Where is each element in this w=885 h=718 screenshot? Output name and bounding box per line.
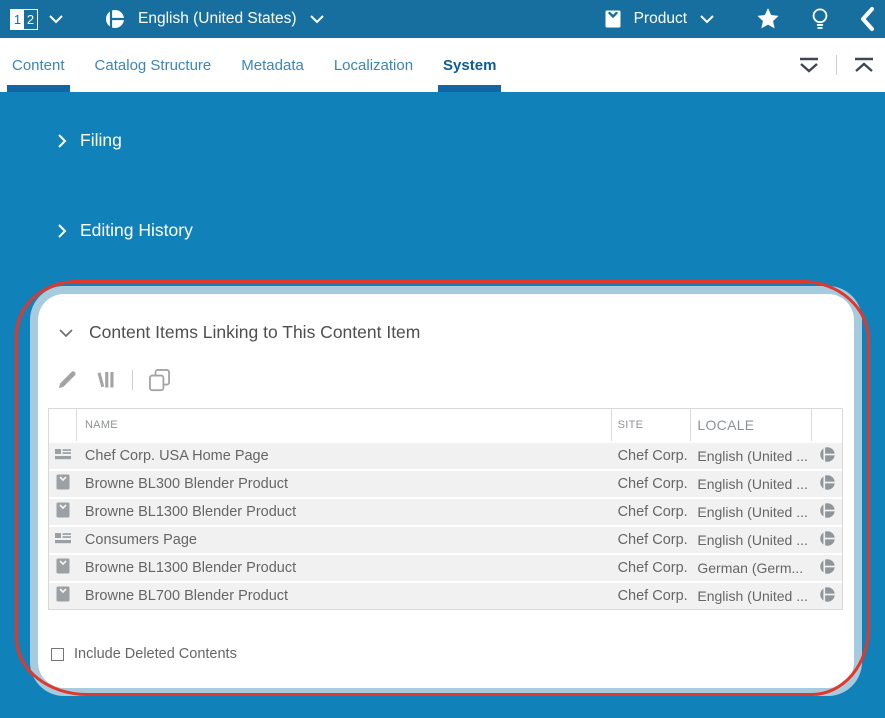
section-filing[interactable]: Filing	[57, 130, 122, 151]
tab-system[interactable]: System	[441, 38, 498, 92]
product-icon	[56, 558, 70, 578]
tab-localization[interactable]: Localization	[332, 38, 415, 92]
locale-sphere-icon[interactable]	[819, 474, 836, 495]
section-editing-history[interactable]: Editing History	[57, 220, 193, 241]
cell-site: Chef Corp.	[612, 476, 692, 492]
cell-site: Chef Corp.	[612, 532, 692, 548]
version-badge-right: 2	[24, 10, 37, 29]
linking-toolbar	[54, 366, 173, 393]
collapse-to-top-icon[interactable]	[851, 54, 877, 76]
product-icon	[56, 586, 70, 606]
table-header-row: NAME SITE LOCALE	[49, 409, 842, 441]
locale-sphere-icon[interactable]	[819, 558, 836, 579]
header-action-column	[812, 409, 842, 441]
version-chevron-down-icon[interactable]	[48, 14, 64, 24]
checkbox-unchecked-icon[interactable]	[51, 648, 64, 661]
table-row[interactable]: Browne BL300 Blender Product Chef Corp. …	[49, 469, 842, 497]
table-row[interactable]: Browne BL700 Blender Product Chef Corp. …	[49, 581, 842, 609]
context-selector-label[interactable]: Product	[634, 10, 687, 28]
page-icon	[54, 530, 72, 550]
section-editing-history-label: Editing History	[80, 220, 193, 241]
locale-sphere-icon[interactable]	[819, 530, 836, 551]
context-chevron-down-icon[interactable]	[699, 14, 715, 24]
product-bag-icon	[602, 8, 624, 30]
cell-locale: English (United ...	[691, 504, 812, 520]
copy-icon[interactable]	[146, 366, 173, 393]
cell-locale: English (United ...	[691, 588, 812, 604]
top-bar: 1 2 English (United States) Product	[0, 0, 885, 38]
locale-sphere-icon[interactable]	[819, 446, 836, 467]
toolbar-divider	[132, 370, 133, 390]
cell-site: Chef Corp.	[612, 560, 692, 576]
header-site: SITE	[612, 409, 692, 441]
library-books-icon[interactable]	[93, 368, 119, 392]
locale-sphere-icon[interactable]	[819, 502, 836, 523]
tab-content[interactable]: Content	[10, 38, 67, 92]
app-window: 1 2 English (United States) Product	[0, 0, 885, 718]
cell-name: Chef Corp. USA Home Page	[77, 448, 612, 464]
table-row[interactable]: Browne BL1300 Blender Product Chef Corp.…	[49, 497, 842, 525]
edit-pencil-icon[interactable]	[54, 367, 80, 393]
locale-chevron-down-icon[interactable]	[309, 14, 325, 24]
locale-selector-label[interactable]: English (United States)	[138, 10, 297, 28]
cell-site: Chef Corp.	[612, 588, 692, 604]
chevron-right-icon	[57, 223, 67, 239]
cell-site: Chef Corp.	[612, 504, 692, 520]
table-row[interactable]: Consumers Page Chef Corp. English (Unite…	[49, 525, 842, 553]
cell-locale: German (Germ...	[691, 560, 812, 576]
cell-locale: English (United ...	[691, 448, 812, 464]
cell-site: Chef Corp.	[612, 448, 692, 464]
toolbar-divider	[836, 55, 837, 75]
cell-name: Consumers Page	[77, 532, 612, 548]
linking-items-table: NAME SITE LOCALE Chef Corp. USA Home Pag…	[48, 408, 843, 610]
cell-name: Browne BL700 Blender Product	[77, 588, 612, 604]
table-row[interactable]: Browne BL1300 Blender Product Chef Corp.…	[49, 553, 842, 581]
back-chevron-left-icon[interactable]	[859, 6, 875, 32]
header-name: NAME	[77, 409, 612, 441]
cell-locale: English (United ...	[691, 532, 812, 548]
table-row[interactable]: Chef Corp. USA Home Page Chef Corp. Engl…	[49, 441, 842, 469]
header-locale: LOCALE	[691, 409, 812, 441]
favorite-star-icon[interactable]	[755, 6, 781, 32]
lightbulb-icon[interactable]	[809, 6, 831, 32]
checkbox-label: Include Deleted Contents	[74, 646, 237, 662]
section-filing-label: Filing	[80, 130, 122, 151]
product-icon	[56, 502, 70, 522]
expand-all-icon[interactable]	[796, 54, 822, 76]
cell-name: Browne BL1300 Blender Product	[77, 504, 612, 520]
version-badge-left: 1	[11, 10, 24, 29]
cell-locale: English (United ...	[691, 476, 812, 492]
linking-section-panel: Content Items Linking to This Content It…	[38, 294, 854, 688]
cell-name: Browne BL300 Blender Product	[77, 476, 612, 492]
tab-bar: Content Catalog Structure Metadata Local…	[0, 38, 885, 92]
include-deleted-checkbox-row[interactable]: Include Deleted Contents	[51, 646, 237, 662]
version-badge[interactable]: 1 2	[10, 9, 38, 30]
linking-section-title: Content Items Linking to This Content It…	[89, 322, 420, 343]
page-icon	[54, 446, 72, 466]
chevron-down-icon[interactable]	[58, 328, 74, 338]
product-icon	[56, 474, 70, 494]
tab-metadata[interactable]: Metadata	[239, 38, 306, 92]
cell-name: Browne BL1300 Blender Product	[77, 560, 612, 576]
locale-sphere-icon	[104, 8, 126, 30]
chevron-right-icon	[57, 133, 67, 149]
locale-sphere-icon[interactable]	[819, 586, 836, 607]
linking-section-header[interactable]: Content Items Linking to This Content It…	[58, 322, 420, 343]
tab-catalog-structure[interactable]: Catalog Structure	[93, 38, 214, 92]
header-icon-column	[49, 409, 77, 441]
